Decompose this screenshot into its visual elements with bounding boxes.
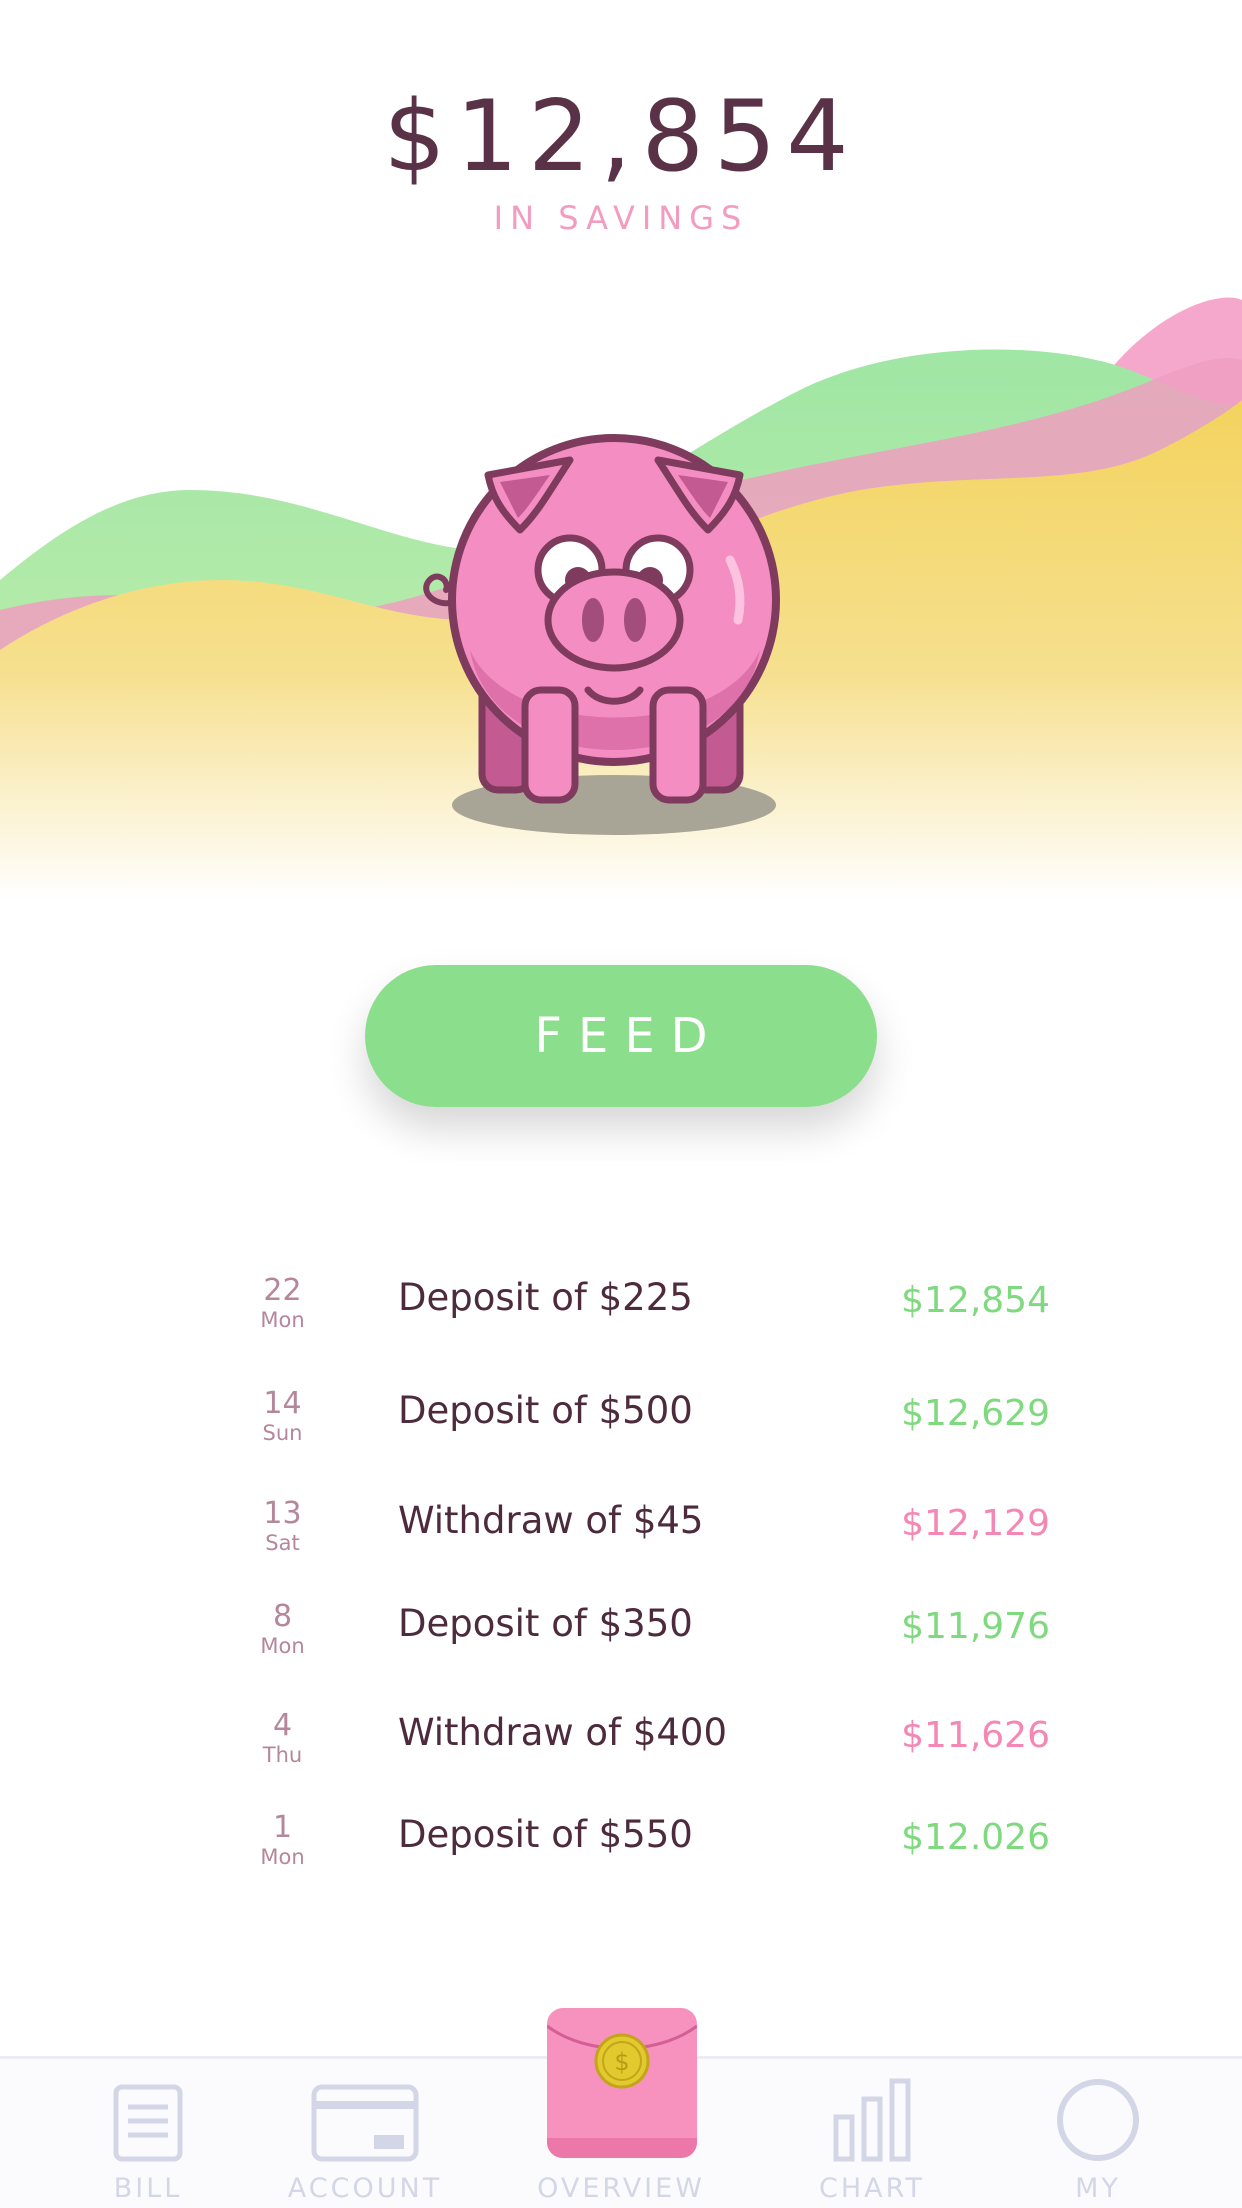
transaction-day: 22 [263, 1273, 302, 1308]
transaction-balance: $12.026 [901, 1817, 1050, 1858]
profile-circle-icon [1057, 2079, 1139, 2161]
transaction-date: 22 Mon [240, 1273, 325, 1333]
credit-card-icon [311, 2084, 419, 2162]
feed-button[interactable]: FEED [365, 965, 877, 1107]
transaction-weekday: Thu [262, 1743, 303, 1767]
transaction-description: Deposit of $350 [398, 1602, 693, 1645]
transaction-day: 1 [272, 1810, 293, 1845]
transaction-weekday: Sun [262, 1421, 303, 1445]
transaction-balance: $12,129 [901, 1503, 1050, 1544]
tab-my[interactable]: MY [988, 2059, 1208, 2208]
hero-illustration [0, 290, 1242, 900]
transaction-balance: $12,854 [901, 1280, 1050, 1321]
coin-symbol: $ [614, 2048, 629, 2076]
piggy-bank-icon [423, 434, 780, 835]
transaction-date: 8 Mon [240, 1599, 325, 1659]
tab-overview-label: OVERVIEW [537, 2173, 705, 2204]
transaction-description: Deposit of $225 [398, 1276, 693, 1319]
transaction-weekday: Mon [260, 1845, 305, 1869]
tab-account[interactable]: ACCOUNT [255, 2059, 475, 2208]
transaction-row[interactable]: 22 Mon Deposit of $225 $12,854 [0, 1262, 1242, 1352]
bill-icon [113, 2084, 183, 2162]
transaction-weekday: Mon [260, 1634, 305, 1658]
transaction-row[interactable]: 4 Thu Withdraw of $400 $11,626 [0, 1697, 1242, 1787]
transaction-balance: $11,976 [901, 1606, 1050, 1647]
tab-account-label: ACCOUNT [287, 2173, 443, 2204]
transaction-date: 13 Sat [240, 1496, 325, 1556]
red-envelope-coin-icon: $ [546, 2008, 698, 2158]
transaction-row[interactable]: 1 Mon Deposit of $550 $12.026 [0, 1799, 1242, 1889]
transaction-row[interactable]: 8 Mon Deposit of $350 $11,976 [0, 1588, 1242, 1678]
tab-chart[interactable]: CHART [762, 2059, 982, 2208]
savings-balance: $12,854 [383, 80, 859, 194]
tab-chart-label: CHART [819, 2173, 925, 2204]
savings-header: $12,854 IN SAVINGS [0, 0, 1242, 290]
transaction-weekday: Mon [260, 1308, 305, 1332]
transaction-day: 14 [263, 1386, 302, 1421]
transaction-day: 13 [263, 1496, 302, 1531]
savings-caption: IN SAVINGS [493, 199, 749, 237]
transaction-description: Deposit of $500 [398, 1389, 693, 1432]
transaction-description: Deposit of $550 [398, 1813, 693, 1856]
transaction-date: 14 Sun [240, 1386, 325, 1446]
transaction-description: Withdraw of $400 [398, 1711, 727, 1754]
bar-chart-icon [833, 2078, 911, 2162]
tab-my-label: MY [1075, 2173, 1121, 2204]
transaction-date: 1 Mon [240, 1810, 325, 1870]
transaction-row[interactable]: 13 Sat Withdraw of $45 $12,129 [0, 1485, 1242, 1575]
tab-bill-label: BILL [113, 2173, 183, 2204]
overview-envelope-button[interactable]: $ [546, 2008, 698, 2158]
tab-bill[interactable]: BILL [38, 2059, 258, 2208]
transaction-day: 8 [272, 1599, 293, 1634]
transaction-date: 4 Thu [240, 1708, 325, 1768]
transaction-description: Withdraw of $45 [398, 1499, 704, 1542]
transaction-weekday: Sat [265, 1531, 300, 1555]
transaction-balance: $11,626 [901, 1715, 1050, 1756]
transaction-row[interactable]: 14 Sun Deposit of $500 $12,629 [0, 1375, 1242, 1465]
transaction-balance: $12,629 [901, 1393, 1050, 1434]
transaction-day: 4 [272, 1708, 293, 1743]
